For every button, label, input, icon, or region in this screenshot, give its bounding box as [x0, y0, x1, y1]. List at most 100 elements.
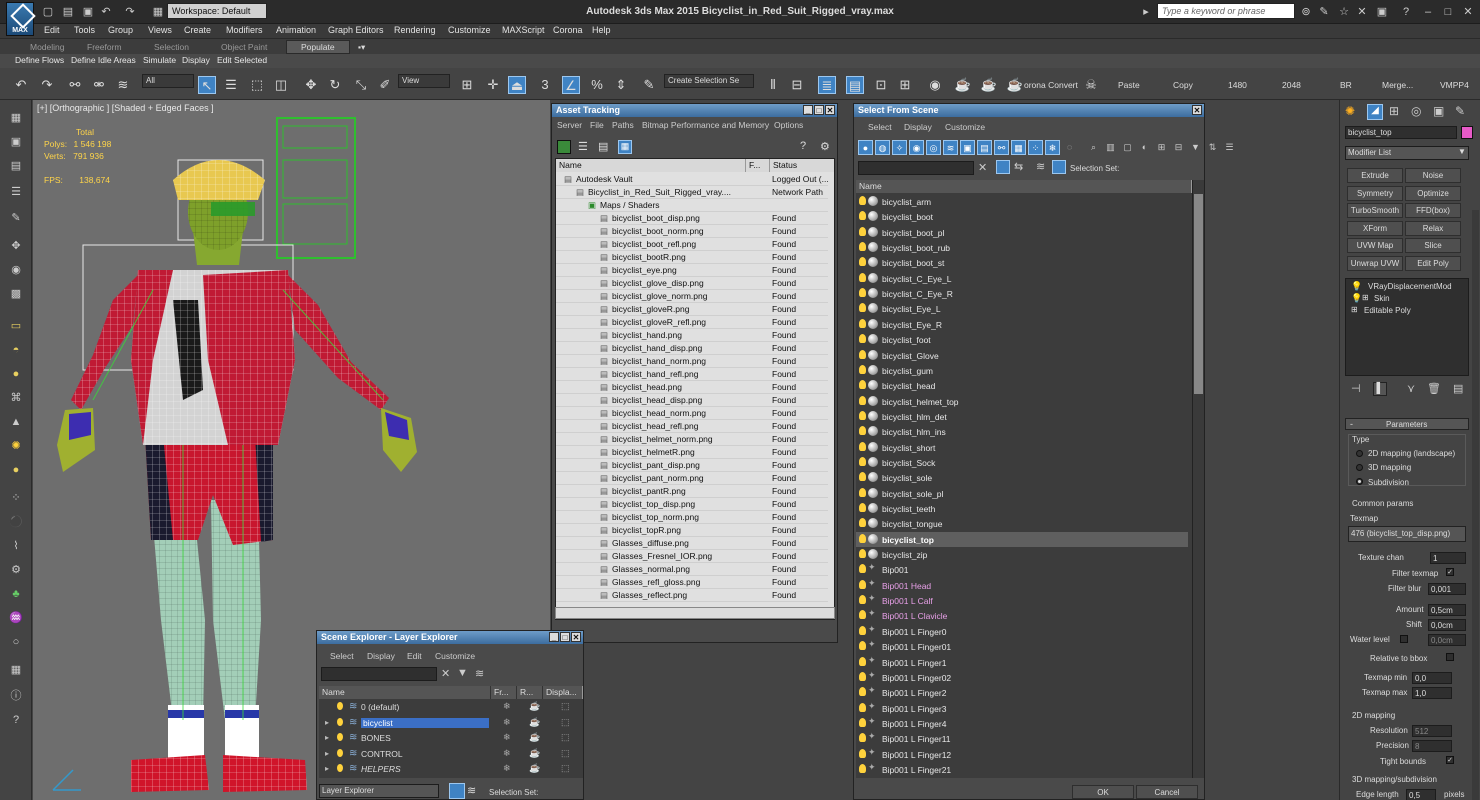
close-icon[interactable]: ✕ [1192, 105, 1202, 115]
spring-icon[interactable]: ⌇ [8, 538, 24, 554]
layers-icon[interactable]: ≋ [467, 784, 476, 797]
object-row[interactable]: bicyclist_arm [856, 194, 1188, 209]
lightbulb-icon[interactable] [337, 702, 343, 710]
modifier-button-symmetry[interactable]: Symmetry [1347, 185, 1403, 201]
filter-icon[interactable]: ▼ [1188, 140, 1203, 155]
object-row[interactable]: bicyclist_sole [856, 470, 1188, 485]
column-renderable[interactable]: R... [517, 686, 543, 699]
help-icon[interactable]: ? [1398, 4, 1414, 20]
merge-button[interactable]: Merge... [1382, 80, 1413, 90]
create-tab-icon[interactable]: ✺ [1345, 104, 1355, 118]
object-row[interactable]: bicyclist_Glove [856, 348, 1188, 363]
particles-icon[interactable]: ⁘ [8, 490, 24, 506]
edit-named-selection-icon[interactable]: ✎ [640, 76, 658, 94]
menu-group[interactable]: Group [108, 25, 133, 35]
object-row[interactable]: bicyclist_boot_st [856, 255, 1188, 270]
material-editor-icon[interactable]: ◉ [926, 76, 944, 94]
help-circle-icon[interactable]: ? [8, 712, 24, 728]
close-icon[interactable]: ✕ [571, 632, 581, 642]
menu-customize[interactable]: Customize [448, 25, 491, 35]
ribbon-options-icon[interactable]: ▪▾ [358, 42, 365, 53]
render-teapot-icon[interactable]: ☕ [529, 701, 540, 712]
hair-icon[interactable]: ♒ [8, 610, 24, 626]
placement-icon[interactable]: ✐ [376, 76, 394, 94]
redo-icon[interactable]: ↷ [38, 76, 56, 94]
asset-row[interactable]: ▤ bicyclist_head_norm.png Found [556, 407, 828, 420]
filter-blur-field[interactable]: 0,001 [1428, 583, 1466, 595]
menu-views[interactable]: Views [148, 25, 172, 35]
lightbulb-icon[interactable] [337, 733, 343, 741]
lightbulb-icon[interactable]: 💡 [1351, 293, 1362, 304]
lightbulb-icon[interactable] [859, 211, 866, 221]
select-object-icon[interactable]: ↖ [198, 76, 216, 94]
menu-display[interactable]: Display [904, 122, 932, 132]
sync-selection-icon[interactable]: ⇆ [1014, 160, 1023, 173]
expand-icon[interactable]: ⊞ [1351, 305, 1358, 314]
sun-icon[interactable]: ✺ [8, 438, 24, 454]
configure-sets-icon[interactable]: ▤ [1453, 382, 1463, 395]
asset-row[interactable]: ▤ bicyclist_hand_norm.png Found [556, 355, 828, 368]
lightbulb-icon[interactable] [859, 410, 866, 420]
water-level-field[interactable]: 0,0cm [1428, 634, 1466, 646]
column-display[interactable]: Displa... [543, 686, 583, 699]
lightbulb-icon[interactable] [859, 702, 866, 712]
object-row[interactable]: bicyclist_foot [856, 332, 1188, 347]
film-icon[interactable]: ▩ [8, 286, 24, 302]
select-none-icon[interactable]: ▢ [1120, 140, 1135, 155]
define-idle-areas-button[interactable]: Define Idle Areas [71, 55, 136, 65]
search-toggle-icon[interactable]: ▸ [1138, 4, 1154, 20]
close-icon[interactable]: ✕ [825, 105, 835, 115]
asset-row[interactable]: ▤ bicyclist_bootR.png Found [556, 251, 828, 264]
lightbulb-icon[interactable] [859, 426, 866, 436]
plane-icon[interactable]: ▭ [8, 318, 24, 334]
vault-icon[interactable] [557, 140, 571, 154]
clear-search-icon[interactable]: ✕ [441, 667, 450, 680]
menu-select[interactable]: Select [330, 651, 354, 661]
corona-convert-button[interactable]: orona Convert [1024, 80, 1078, 90]
tree-icon[interactable]: ☰ [1222, 140, 1237, 155]
asset-row[interactable]: ▣ Maps / Shaders [556, 199, 828, 212]
lightbulb-icon[interactable] [859, 472, 866, 482]
cameras-icon[interactable]: ◉ [909, 140, 924, 155]
bone-row[interactable]: Bip001 Head [856, 578, 1188, 593]
asset-row[interactable]: ▤ Glasses_Fresnel_IOR.png Found [556, 550, 828, 563]
space-warps-icon[interactable]: ≋ [943, 140, 958, 155]
layers-icon[interactable]: ≋ [1036, 160, 1045, 173]
tab-freeform[interactable]: Freeform [87, 42, 121, 52]
radio-subdivision[interactable] [1356, 478, 1363, 485]
layer-row[interactable]: ▸ ≋ bicyclist ❄ ☕ ⬚ [319, 716, 583, 731]
tab-selection[interactable]: Selection [154, 42, 189, 52]
freeze-icon[interactable]: ❄ [503, 717, 511, 728]
menu-edit[interactable]: Edit [44, 25, 60, 35]
object-row[interactable]: bicyclist_sole_pl [856, 486, 1188, 501]
select-all-icon[interactable]: ▥ [1103, 140, 1118, 155]
paste-button[interactable]: Paste [1118, 80, 1140, 90]
snaps-toggle-icon[interactable]: 3 [536, 76, 554, 94]
lightbulb-icon[interactable] [859, 503, 866, 512]
resolution-field[interactable]: 512 [1412, 725, 1452, 737]
modifier-button-slice[interactable]: Slice [1405, 238, 1461, 253]
scene-explorer-titlebar[interactable]: Scene Explorer - Layer Explorer _ □ ✕ [317, 631, 583, 644]
utilities-tab-icon[interactable]: ✎ [1455, 104, 1465, 118]
helpers-icon[interactable]: ◎ [926, 140, 941, 155]
lightbulb-icon[interactable] [859, 288, 866, 298]
asset-horizontal-scrollbar[interactable] [555, 607, 835, 619]
texture-chan-field[interactable]: 1 [1430, 552, 1466, 564]
layer-row[interactable]: ▸ ≋ CONTROL ❄ ☕ ⬚ [319, 747, 583, 762]
lightbulb-icon[interactable] [859, 595, 866, 605]
minimize-icon[interactable]: – [1420, 4, 1436, 20]
rendered-frame-icon[interactable]: ☕ [980, 76, 998, 94]
object-row[interactable]: bicyclist_teeth [856, 501, 1188, 516]
expand-arrow-icon[interactable]: ▸ [325, 733, 329, 742]
tools-icon[interactable]: ✎ [1316, 4, 1332, 20]
lightbulb-icon[interactable] [859, 564, 866, 574]
asset-row[interactable]: ▤ Glasses_reflect.png Found [556, 589, 828, 602]
undo-icon[interactable]: ↶ [12, 76, 30, 94]
asset-row[interactable]: ▤ bicyclist_pant_norm.png Found [556, 472, 828, 485]
modifier-button-xform[interactable]: XForm [1347, 220, 1403, 236]
asset-row[interactable]: ▤ bicyclist_head_refl.png Found [556, 420, 828, 433]
tab-object-paint[interactable]: Object Paint [221, 42, 267, 52]
lightbulb-icon[interactable] [859, 318, 866, 328]
render-teapot-icon[interactable]: ☕ [529, 748, 540, 759]
xrefs-icon[interactable]: ▤ [977, 140, 992, 155]
